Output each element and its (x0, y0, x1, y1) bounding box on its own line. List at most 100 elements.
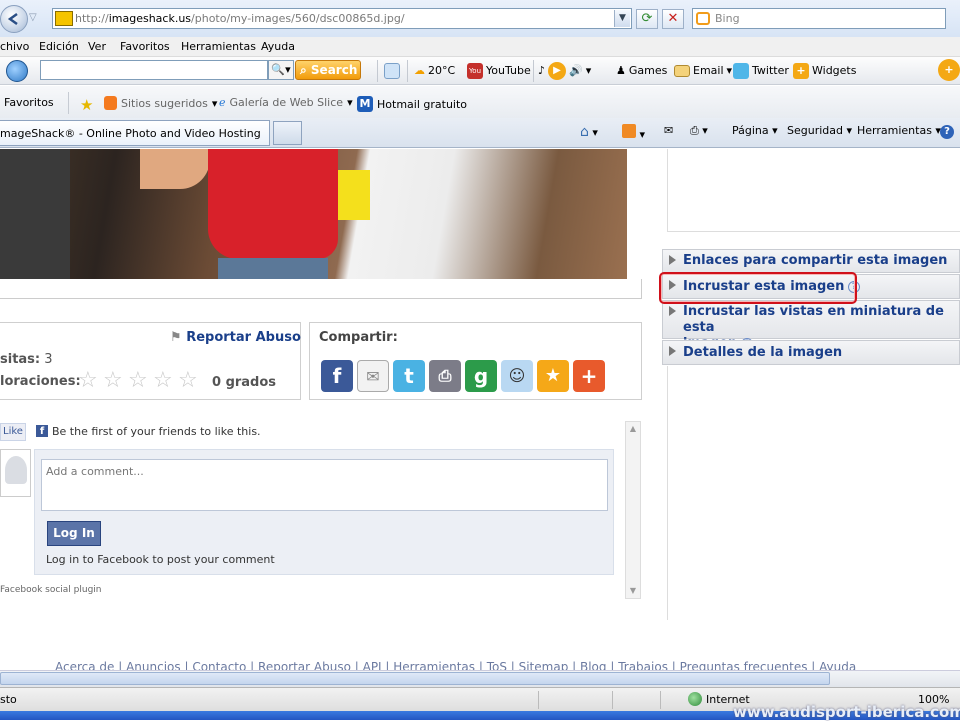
tools-menu[interactable]: Herramientas ▾ (857, 124, 941, 137)
more-share-icon[interactable]: + (573, 360, 605, 392)
facebook-share-icon[interactable]: f (321, 360, 353, 392)
ratings-label: loraciones: (0, 374, 81, 389)
rating-text: 0 grados (212, 375, 277, 390)
horizontal-scroll-thumb[interactable] (0, 672, 830, 685)
menu-herramientas[interactable]: Herramientas (181, 40, 256, 53)
scroll-down-icon[interactable]: ▼ (626, 584, 640, 598)
rating-star-4[interactable]: ☆ (153, 370, 175, 392)
twitter-button[interactable]: Twitter (733, 62, 789, 80)
add-toolbar-icon[interactable]: + (938, 59, 960, 81)
menu-ayuda[interactable]: Ayuda (261, 40, 295, 53)
dropdown-icon: ▾ (211, 96, 218, 110)
print-share-icon[interactable]: ⎙ (429, 360, 461, 392)
back-button[interactable] (0, 5, 28, 33)
security-menu-label: Seguridad (787, 124, 843, 137)
favorite-share-icon[interactable]: ★ (537, 360, 569, 392)
youtube-button[interactable]: You YouTube (467, 62, 531, 80)
widgets-button[interactable]: + Widgets (793, 62, 856, 80)
email-share-icon[interactable]: ✉ (357, 360, 389, 392)
facebook-like-button[interactable]: Like (0, 423, 26, 441)
add-favorite-button[interactable]: ★ (80, 96, 93, 114)
tab-imageshack[interactable]: mageShack® - Online Photo and Video Host… (0, 120, 270, 146)
twitter-share-icon[interactable]: t (393, 360, 425, 392)
footer-link[interactable]: Herramientas (393, 660, 475, 670)
home-button[interactable]: ⌂ ▾ (580, 124, 598, 140)
like-label: Like (3, 426, 23, 437)
favorites-button[interactable]: Favoritos (4, 96, 54, 109)
media-player-controls[interactable]: ♪ ▶ 🔊 ▾ (538, 62, 591, 80)
facebook-login-button[interactable]: Log In (47, 521, 101, 546)
read-mail-button[interactable]: ✉ (664, 124, 673, 137)
volume-icon[interactable]: 🔊 (569, 63, 583, 79)
footer-link[interactable]: Reportar Abuso (258, 660, 351, 670)
play-icon[interactable]: ▶ (548, 62, 567, 80)
feeds-button[interactable]: ▾ (622, 124, 645, 141)
stop-button[interactable]: ✕ (662, 9, 684, 29)
music-note-icon: ♪ (538, 64, 546, 77)
footer-link[interactable]: Ayuda (819, 660, 856, 670)
address-input[interactable]: http://imageshack.us/photo/my-images/560… (52, 8, 632, 29)
footer-link[interactable]: Anuncios (126, 660, 181, 670)
embed-thumbnails-label-1: Incrustar las vistas en miniatura de est… (683, 304, 944, 335)
footer-link[interactable]: Acerca de (55, 660, 114, 670)
embed-thumbnails-row[interactable]: Incrustar las vistas en miniatura de est… (662, 300, 960, 351)
menu-ver[interactable]: Ver (88, 40, 106, 53)
footer-link[interactable]: Preguntas frecuentes (680, 660, 808, 670)
toolbar-search-button[interactable]: ⌕ Search (295, 60, 361, 80)
page-menu[interactable]: Página ▾ (732, 124, 778, 137)
web-slice-gallery[interactable]: ℯ Galería de Web Slice ▾ (219, 96, 353, 109)
google-share-icon[interactable]: g (465, 360, 497, 392)
menu-archivo[interactable]: chivo (0, 40, 29, 53)
rating-star-5[interactable]: ☆ (178, 370, 200, 392)
email-button[interactable]: Email ▾ (674, 62, 732, 80)
rating-star-2[interactable]: ☆ (103, 370, 125, 392)
share-links-row[interactable]: Enlaces para compartir esta imagen? (662, 249, 960, 289)
footer-link[interactable]: ToS (487, 660, 507, 670)
menu-favoritos[interactable]: Favoritos (120, 40, 170, 53)
comment-input[interactable]: Add a comment... (41, 459, 608, 511)
forward-dropdown-icon[interactable]: ▽ (29, 12, 37, 23)
footer-link[interactable]: Contacto (192, 660, 246, 670)
scroll-up-icon[interactable]: ▲ (626, 422, 640, 436)
menu-edicion[interactable]: Edición (39, 40, 79, 53)
hotmail-icon: M (357, 96, 373, 112)
print-button[interactable]: ⎙ ▾ (690, 124, 708, 138)
footer-link[interactable]: Blog (580, 660, 607, 670)
games-button[interactable]: ♟ Games (616, 62, 667, 80)
new-tab-button[interactable] (273, 121, 302, 145)
rating-star-3[interactable]: ☆ (128, 370, 150, 392)
plus-icon: + (793, 63, 809, 79)
right-panel-border (667, 366, 668, 620)
reddit-share-icon[interactable]: ☺ (501, 360, 533, 392)
wrench-icon (384, 63, 400, 79)
comment-scrollbar[interactable] (625, 421, 641, 599)
mail-icon: ✉ (664, 124, 674, 137)
hotmail-link[interactable]: M Hotmail gratuito (357, 96, 467, 112)
facebook-small-icon: f (36, 425, 48, 437)
footer-link[interactable]: Sitemap (519, 660, 569, 670)
toolbar-globe-icon[interactable] (6, 60, 28, 82)
security-menu[interactable]: Seguridad ▾ (787, 124, 852, 137)
footer-link[interactable]: API (363, 660, 382, 670)
bing-search-input[interactable]: Bing (692, 8, 946, 29)
tools-icon-button[interactable] (384, 62, 400, 80)
help-button[interactable]: ? (940, 124, 954, 139)
weather-button[interactable]: ☁ 20°C (414, 62, 455, 80)
suggested-sites[interactable]: Sitios sugeridos ▾ (104, 96, 217, 110)
report-abuse-link[interactable]: ⚑ Reportar Abuso (170, 330, 301, 345)
toolbar-search-input[interactable] (40, 60, 268, 80)
footer-link[interactable]: Trabajos (618, 660, 668, 670)
printer-icon: ⎙ (690, 124, 699, 137)
suggested-sites-icon (104, 96, 117, 110)
status-divider (660, 691, 661, 709)
magnifier-dropdown-button[interactable]: 🔍▾ (268, 60, 294, 80)
tab-title: mageShack® - Online Photo and Video Host… (0, 127, 261, 140)
address-dropdown-button[interactable]: ▼ (614, 10, 630, 27)
rating-star-1[interactable]: ☆ (78, 370, 100, 392)
refresh-button[interactable]: ⟳ (636, 9, 658, 29)
email-label: Email (693, 64, 724, 77)
home-icon: ⌂ (580, 124, 589, 140)
player-dropdown-icon[interactable]: ▾ (586, 63, 592, 79)
avatar (0, 449, 31, 497)
image-details-row[interactable]: Detalles de la imagen (662, 340, 960, 365)
